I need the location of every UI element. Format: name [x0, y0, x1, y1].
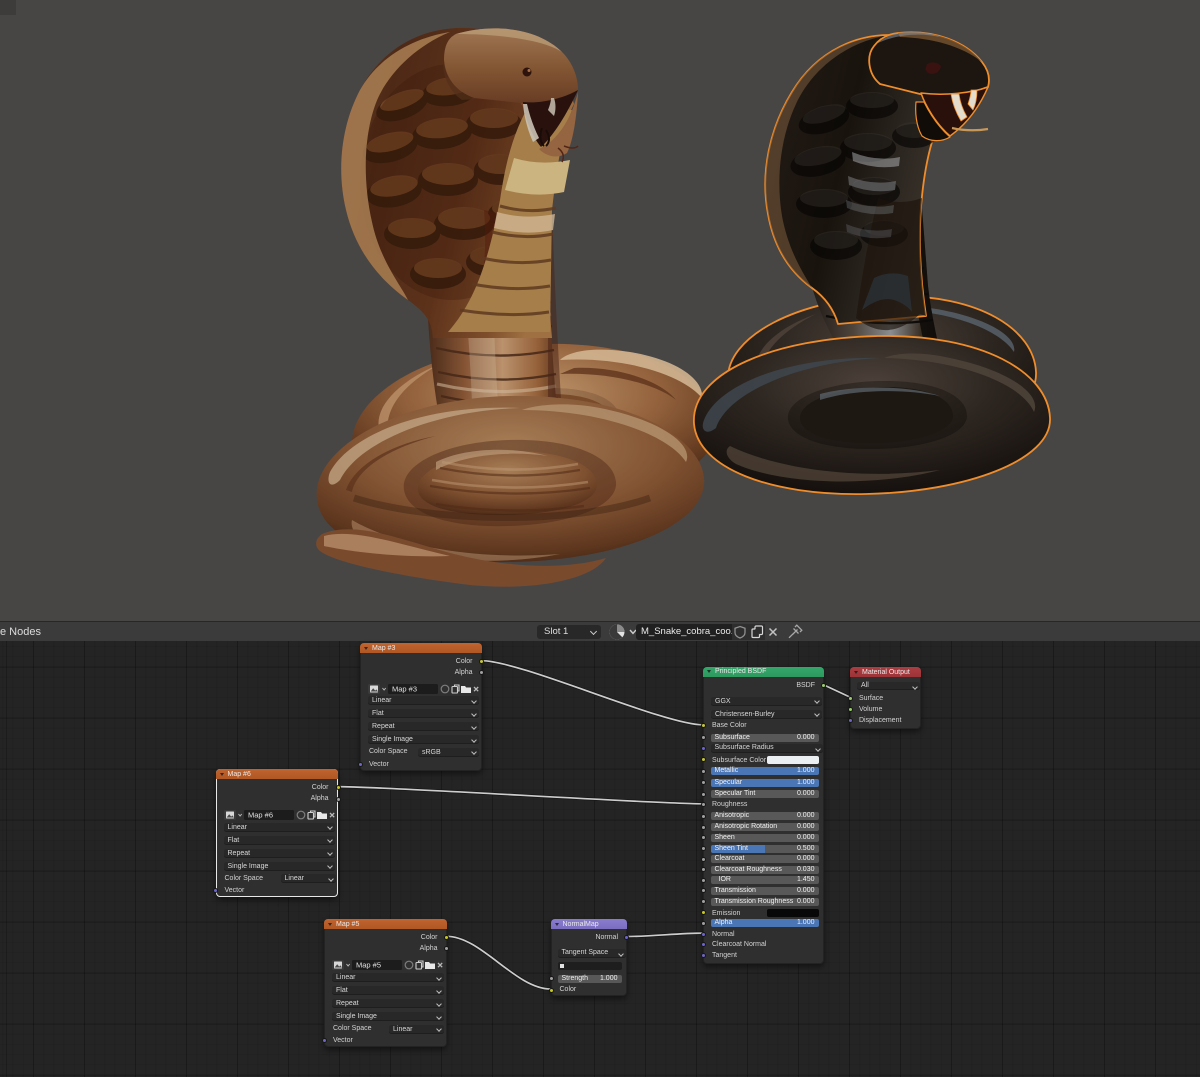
svg-text:Map #6: Map #6 [248, 810, 273, 819]
svg-text:Map #3: Map #3 [392, 684, 417, 693]
svg-text:Map #5: Map #5 [356, 960, 381, 969]
